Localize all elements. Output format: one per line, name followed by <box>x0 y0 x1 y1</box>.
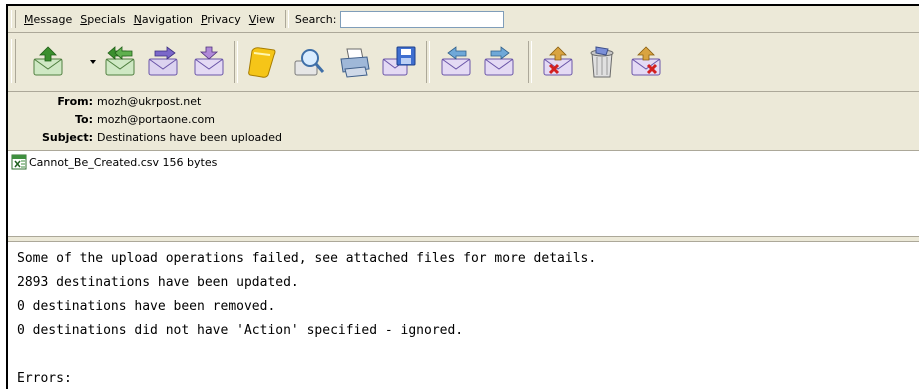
find-icon <box>294 49 325 76</box>
junk-icon <box>543 46 573 76</box>
menu-bar: Message Specials Navigation Privacy View… <box>8 6 919 33</box>
next-message-button[interactable] <box>479 43 519 81</box>
get-mail-icon <box>33 46 63 76</box>
print-icon <box>340 48 370 78</box>
body-line: 0 destinations have been removed. <box>17 299 276 314</box>
attachment-label: Cannot_Be_Created.csv 156 bytes <box>29 155 218 169</box>
stop-icon <box>631 46 661 76</box>
search-label: Search: <box>294 12 337 26</box>
from-row: From: mozh@ukrpost.net <box>8 94 408 110</box>
junk-button[interactable] <box>538 43 578 81</box>
compose-icon <box>194 46 224 76</box>
from-label: From: <box>57 95 93 108</box>
previous-message-button[interactable] <box>436 43 476 81</box>
message-body: Some of the upload operations failed, se… <box>8 242 919 391</box>
excel-file-icon <box>11 154 27 170</box>
attachment-pane: Cannot_Be_Created.csv 156 bytes <box>8 151 919 237</box>
save-button[interactable] <box>379 43 419 81</box>
menubar-separator <box>284 10 289 28</box>
toolbar <box>8 33 919 92</box>
stop-button[interactable] <box>626 43 666 81</box>
address-book-icon <box>248 47 276 78</box>
subject-row: Subject: Destinations have been uploaded <box>8 130 508 146</box>
forward-icon <box>148 46 178 76</box>
chevron-down-icon[interactable] <box>90 59 96 65</box>
toolbar-separator <box>528 41 532 83</box>
delete-button[interactable] <box>582 43 622 81</box>
find-button[interactable] <box>289 43 329 81</box>
subject-label: Subject: <box>41 131 93 144</box>
print-button[interactable] <box>335 43 375 81</box>
save-icon <box>382 46 416 76</box>
body-line: Errors: <box>17 371 72 386</box>
forward-button[interactable] <box>143 43 183 81</box>
compose-button[interactable] <box>189 43 229 81</box>
menu-navigation[interactable]: Navigation <box>130 13 197 26</box>
menu-message[interactable]: Message <box>20 13 76 26</box>
toolbar-grip[interactable] <box>11 39 16 83</box>
reply-all-button[interactable] <box>100 43 140 81</box>
previous-message-icon <box>441 46 471 76</box>
to-value[interactable]: mozh@portaone.com <box>97 112 215 128</box>
address-book-button[interactable] <box>242 43 282 81</box>
search-input[interactable] <box>340 10 505 28</box>
reply-all-icon <box>105 46 135 76</box>
to-label: To: <box>75 113 93 126</box>
message-headers: From: mozh@ukrpost.net To: mozh@portaone… <box>8 92 919 151</box>
subject-value: Destinations have been uploaded <box>97 131 283 144</box>
mail-window: Message Specials Navigation Privacy View… <box>6 4 919 391</box>
attachment-item[interactable]: Cannot_Be_Created.csv 156 bytes <box>11 154 217 170</box>
menubar-grip[interactable] <box>11 10 16 28</box>
body-line: 0 destinations did not have 'Action' spe… <box>17 323 464 338</box>
delete-icon <box>590 46 614 78</box>
toolbar-separator <box>426 41 430 83</box>
from-value[interactable]: mozh@ukrpost.net <box>97 94 201 110</box>
menu-specials[interactable]: Specials <box>76 13 129 26</box>
get-mail-button[interactable] <box>28 43 68 81</box>
to-row: To: mozh@portaone.com <box>8 112 408 128</box>
menu-privacy[interactable]: Privacy <box>197 13 245 26</box>
body-line: 2893 destinations have been updated. <box>17 275 299 290</box>
menu-view[interactable]: View <box>245 13 279 26</box>
body-line: Some of the upload operations failed, se… <box>17 251 597 266</box>
toolbar-separator <box>234 41 238 83</box>
next-message-icon <box>484 46 514 76</box>
